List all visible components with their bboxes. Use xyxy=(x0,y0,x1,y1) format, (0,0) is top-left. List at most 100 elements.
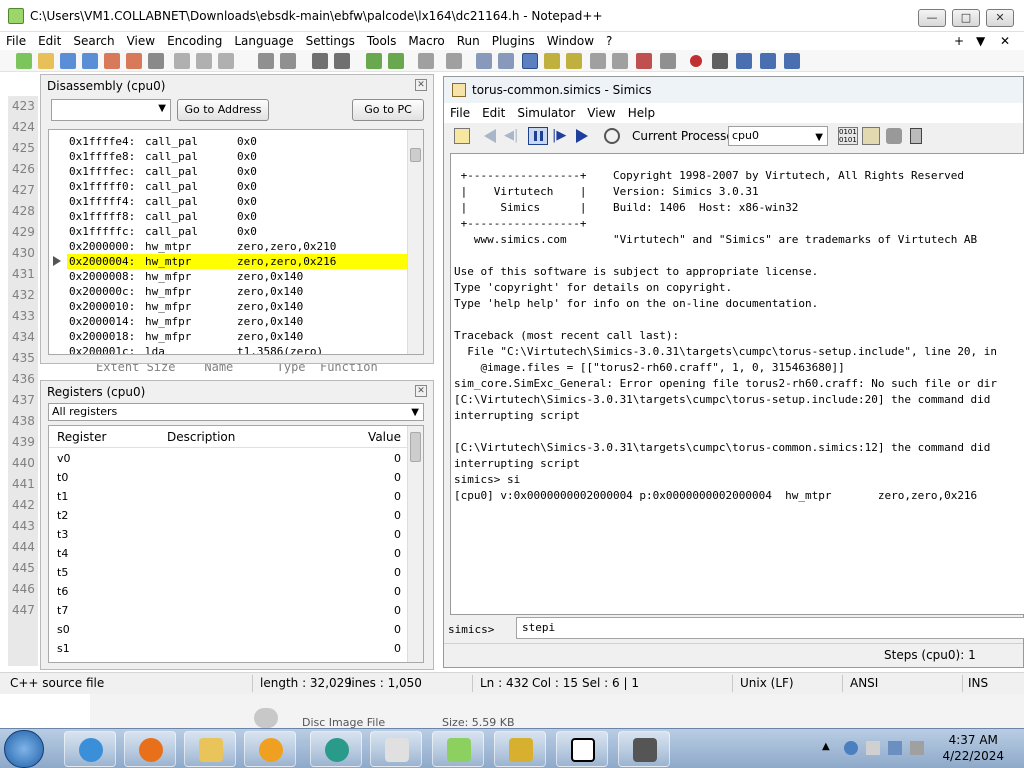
save-macro-icon[interactable] xyxy=(784,53,800,69)
menu-settings[interactable]: Settings xyxy=(300,32,361,50)
menu-view[interactable]: View xyxy=(121,32,161,50)
firefox-taskbar-icon[interactable] xyxy=(124,731,176,767)
disassembly-list[interactable]: 0x1ffffe4: call_pal 0x0 0x1ffffe8: call_pal 0… xyxy=(48,129,424,355)
register-row[interactable]: s1 0 xyxy=(49,639,409,658)
menu-edit[interactable]: Edit xyxy=(32,32,67,50)
reverse-step-icon[interactable]: ◀| xyxy=(504,129,520,143)
register-row[interactable]: t2 0 xyxy=(49,506,409,525)
current-processor-select[interactable]: cpu0 ▼ xyxy=(728,126,828,146)
menu-tools[interactable]: Tools xyxy=(361,32,403,50)
simics-taskbar-icon[interactable] xyxy=(618,731,670,767)
run-macro-multiple-icon[interactable] xyxy=(760,53,776,69)
close-button[interactable]: ✕ xyxy=(986,9,1014,27)
register-row[interactable]: t3 0 xyxy=(49,525,409,544)
monitoring-icon[interactable] xyxy=(636,53,652,69)
pause-button[interactable] xyxy=(528,127,548,145)
play-macro-icon[interactable] xyxy=(736,53,752,69)
binary-view-icon[interactable]: 0101 0101 xyxy=(838,127,858,145)
simics-console-output[interactable]: +-----------------+ Copyright 1998-2007 … xyxy=(450,153,1024,615)
paste-icon[interactable] xyxy=(218,53,234,69)
registers-table[interactable]: Register Description Value v0 0 t0 0 t1 0 t2 0 t… xyxy=(48,425,424,663)
close-all-icon[interactable] xyxy=(126,53,142,69)
close-icon[interactable]: ✕ xyxy=(415,79,427,91)
menu-window[interactable]: Window xyxy=(541,32,600,50)
run-icon[interactable] xyxy=(576,129,588,143)
step-icon[interactable]: |▶ xyxy=(552,129,568,143)
start-button[interactable] xyxy=(4,730,44,768)
register-row[interactable]: t6 0 xyxy=(49,582,409,601)
simics-menu-file[interactable]: File xyxy=(444,103,476,123)
sync-scroll-icon[interactable] xyxy=(418,53,434,69)
new-file-icon[interactable] xyxy=(16,53,32,69)
maximize-button[interactable]: □ xyxy=(952,9,980,27)
settings-icon[interactable] xyxy=(886,128,902,144)
redo-icon[interactable] xyxy=(280,53,296,69)
address-combo[interactable]: ▼ xyxy=(51,99,171,121)
save-icon[interactable] xyxy=(60,53,76,69)
register-row[interactable]: t4 0 xyxy=(49,544,409,563)
indent-guide-icon[interactable] xyxy=(522,53,538,69)
hxd-hex-editor-taskbar-icon[interactable] xyxy=(494,731,546,767)
record-macro-icon[interactable] xyxy=(690,55,702,67)
registers-scrollbar[interactable] xyxy=(407,426,423,662)
simics-menu-help[interactable]: Help xyxy=(622,103,661,123)
action-center-flag-icon[interactable] xyxy=(866,741,880,755)
folder-as-workspace-icon[interactable] xyxy=(612,53,628,69)
doc-map-icon[interactable] xyxy=(566,53,582,69)
print-icon[interactable] xyxy=(148,53,164,69)
hex-view-icon[interactable] xyxy=(862,127,880,145)
disassembly-scrollbar[interactable] xyxy=(407,130,423,354)
menu-macro[interactable]: Macro xyxy=(402,32,450,50)
notepad-plus-plus-taskbar-icon[interactable] xyxy=(432,731,484,767)
eye-icon[interactable] xyxy=(660,53,676,69)
teal-app-taskbar-icon[interactable] xyxy=(310,731,362,767)
column-register[interactable]: Register xyxy=(57,430,106,444)
stop-macro-icon[interactable] xyxy=(712,53,728,69)
menu-language[interactable]: Language xyxy=(228,32,299,50)
minimize-button[interactable]: — xyxy=(918,9,946,27)
show-all-chars-icon[interactable] xyxy=(498,53,514,69)
save-all-icon[interactable] xyxy=(82,53,98,69)
display-icon[interactable] xyxy=(888,741,902,755)
menu-plugins[interactable]: Plugins xyxy=(486,32,541,50)
register-row[interactable]: v0 0 xyxy=(49,449,409,468)
menu-run[interactable]: Run xyxy=(451,32,486,50)
cpu-chip-icon[interactable] xyxy=(910,128,922,144)
open-file-icon[interactable] xyxy=(38,53,54,69)
menu-encoding[interactable]: Encoding xyxy=(161,32,228,50)
copy-icon[interactable] xyxy=(196,53,212,69)
7-zip-taskbar-icon[interactable] xyxy=(556,731,608,767)
menu-help[interactable]: ? xyxy=(600,32,618,50)
register-row[interactable]: t1 0 xyxy=(49,487,409,506)
simics-command-input[interactable]: stepi xyxy=(516,617,1024,639)
reverse-icon[interactable] xyxy=(484,129,496,143)
close-tab-icon[interactable]: ✕ xyxy=(994,32,1016,50)
column-description[interactable]: Description xyxy=(167,430,235,444)
word-wrap-icon[interactable] xyxy=(476,53,492,69)
zoom-out-icon[interactable] xyxy=(388,53,404,69)
scroll-thumb[interactable] xyxy=(410,432,421,462)
register-row[interactable]: s0 0 xyxy=(49,620,409,639)
new-tab-icon[interactable]: + xyxy=(948,32,970,50)
cut-icon[interactable] xyxy=(174,53,190,69)
file-explorer-taskbar-icon[interactable] xyxy=(184,731,236,767)
zoom-in-icon[interactable] xyxy=(366,53,382,69)
show-hidden-icons-icon[interactable]: ▲ xyxy=(822,741,836,755)
go-to-pc-button[interactable]: Go to PC xyxy=(352,99,424,121)
ghost-app-taskbar-icon[interactable] xyxy=(370,731,422,767)
register-filter-select[interactable]: All registers ▼ xyxy=(48,403,424,421)
simics-menu-simulator[interactable]: Simulator xyxy=(511,103,581,123)
simics-menu-view[interactable]: View xyxy=(581,103,621,123)
sync-horizontal-icon[interactable] xyxy=(446,53,462,69)
tab-list-icon[interactable]: ▼ xyxy=(970,32,991,50)
system-clock[interactable]: 4:37 AM 4/22/2024 xyxy=(942,732,1004,764)
register-row[interactable]: t7 0 xyxy=(49,601,409,620)
udl-icon[interactable] xyxy=(544,53,560,69)
go-to-address-button[interactable]: Go to Address xyxy=(177,99,269,121)
status-eol[interactable]: Unix (LF) xyxy=(740,676,794,690)
column-value[interactable]: Value xyxy=(368,430,401,444)
media-player-taskbar-icon[interactable] xyxy=(244,731,296,767)
volume-icon[interactable] xyxy=(910,741,924,755)
status-insert-mode[interactable]: INS xyxy=(968,676,988,690)
menu-search[interactable]: Search xyxy=(67,32,120,50)
